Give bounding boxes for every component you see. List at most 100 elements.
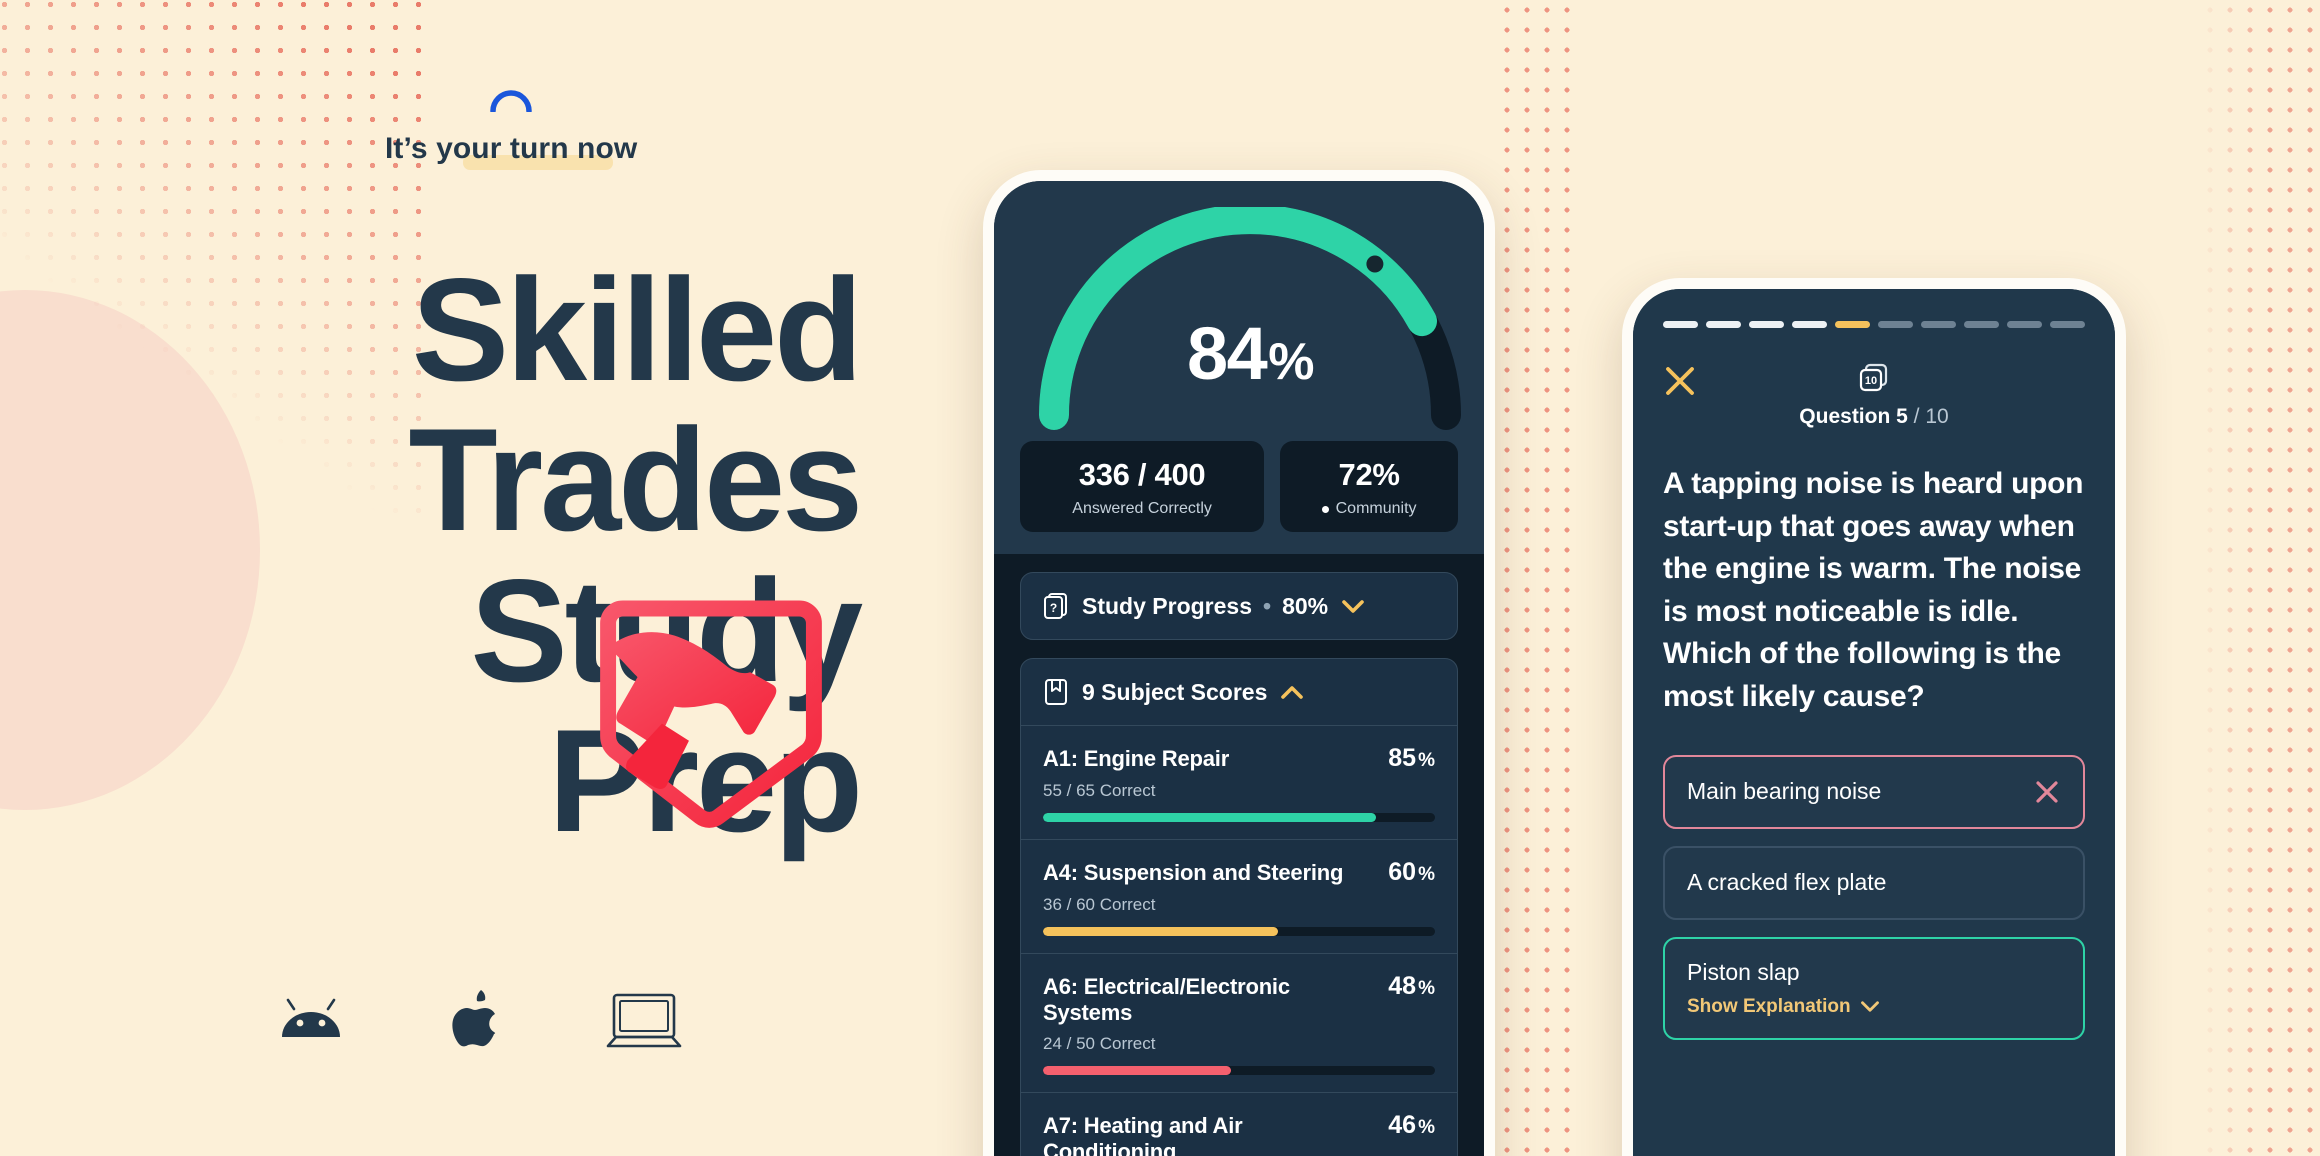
progress-segment-2: [1706, 321, 1741, 328]
community-dot-icon: [1321, 505, 1329, 513]
score-gauge: 84%: [1020, 207, 1480, 431]
study-progress-label: Study Progress: [1082, 592, 1252, 619]
progress-segment-4: [1792, 321, 1827, 328]
progress-segment-1: [1663, 321, 1698, 328]
stat-answered-correctly: 336 / 400 Answered Correctly: [1020, 441, 1265, 532]
subject-percent-unit: %: [1418, 750, 1435, 771]
answer-options: Main bearing noise A cracked flex plate Pi…: [1663, 754, 2085, 1040]
question-current: Question 5: [1799, 405, 1908, 428]
subject-percent-unit: %: [1418, 978, 1435, 999]
phone-score-dashboard: 84% 336 / 400 Answered Correctly 72% Com…: [983, 170, 1495, 1156]
headline-line-2: Trades: [408, 398, 863, 562]
book-icon: [1045, 679, 1067, 705]
question-progress-bar: [1663, 315, 2085, 328]
subject-row-top: A7: Heating and Air Conditioning 46%: [1043, 1111, 1435, 1156]
subject-percent: 60%: [1388, 858, 1435, 887]
card-stack-icon: 10: [1859, 363, 1888, 392]
subject-percent-value: 60: [1388, 858, 1417, 886]
subject-row[interactable]: A1: Engine Repair 85% 55 / 65 Correct: [1021, 726, 1457, 840]
stat-label-text: Answered Correctly: [1072, 500, 1212, 517]
gauge-value: 84%: [1020, 311, 1480, 396]
question-total: / 10: [1913, 405, 1949, 428]
answer-option[interactable]: A cracked flex plate: [1663, 845, 2085, 920]
subject-row[interactable]: A4: Suspension and Steering 60% 36 / 60 Co…: [1021, 840, 1457, 954]
chevron-up-icon[interactable]: [1280, 685, 1304, 700]
halftone-dots-strip: [1497, 0, 1575, 1156]
subject-row[interactable]: A6: Electrical/Electronic Systems 48% 24 /…: [1021, 954, 1457, 1093]
show-explanation-button[interactable]: Show Explanation: [1687, 996, 1880, 1018]
gauge-section: 84% 336 / 400 Answered Correctly 72% Com…: [994, 181, 1484, 554]
subject-percent-unit: %: [1418, 1117, 1435, 1138]
score-list-section: ? Study Progress • 80% 9 Subject Scores: [994, 554, 1484, 1156]
stat-label: Answered Correctly: [1030, 500, 1254, 518]
study-progress-separator: •: [1263, 592, 1272, 619]
subject-correct: 36 / 60 Correct: [1043, 895, 1156, 914]
arc-icon: [490, 90, 532, 112]
stat-label: Community: [1290, 500, 1448, 518]
subject-name: A1: Engine Repair: [1043, 746, 1230, 771]
halftone-dots-right: [2200, 0, 2320, 1156]
progress-segment-5: [1835, 321, 1870, 328]
subject-row-top: A1: Engine Repair 85%: [1043, 744, 1435, 773]
hero-column: It’s your turn now Skilled Trades Study …: [0, 0, 990, 1156]
tagline-text: It’s your turn now: [385, 132, 638, 165]
tagline-group: It’s your turn now: [385, 88, 638, 170]
card-stack-badge: 10: [1865, 375, 1877, 387]
subject-percent-value: 46: [1388, 1111, 1417, 1139]
subject-name: A7: Heating and Air Conditioning: [1043, 1113, 1243, 1156]
answer-option-text: Piston slap: [1687, 958, 1800, 985]
subject-row-top: A6: Electrical/Electronic Systems 48%: [1043, 972, 1435, 1026]
progress-segment-8: [1964, 321, 1999, 328]
stat-value: 72%: [1338, 457, 1400, 492]
answer-option-text: Main bearing noise: [1687, 778, 1882, 805]
question-text: A tapping noise is heard upon start-up t…: [1663, 467, 2084, 713]
stat-cards: 336 / 400 Answered Correctly 72% Communi…: [1020, 441, 1458, 532]
svg-text:?: ?: [1050, 601, 1057, 615]
hammer-shield-icon: [600, 600, 822, 828]
study-progress-panel[interactable]: ? Study Progress • 80%: [1020, 572, 1458, 640]
subject-name: A4: Suspension and Steering: [1043, 860, 1344, 885]
study-progress-value: 80%: [1282, 592, 1329, 619]
subject-percent-value: 85: [1388, 744, 1417, 772]
answer-option[interactable]: Main bearing noise: [1663, 754, 2085, 829]
show-explanation-label: Show Explanation: [1687, 995, 1851, 1017]
subject-row-top: A4: Suspension and Steering 60%: [1043, 858, 1435, 887]
subject-percent: 85%: [1388, 744, 1435, 773]
subject-progress-bar: [1043, 927, 1435, 936]
laptop-icon: [606, 993, 682, 1048]
subject-scores-panel: 9 Subject Scores A1: Engine Repair 85% 55 …: [1020, 658, 1458, 1156]
apple-icon: [452, 990, 496, 1047]
tagline: It’s your turn now: [385, 132, 638, 170]
study-progress-header[interactable]: ? Study Progress • 80%: [1021, 573, 1457, 639]
stat-value: 336 / 400: [1078, 457, 1206, 492]
close-icon[interactable]: [1663, 364, 1697, 398]
subject-row[interactable]: A7: Heating and Air Conditioning46%23 / …: [1021, 1093, 1457, 1156]
headline-line-1: Skilled: [411, 248, 863, 411]
chevron-down-icon[interactable]: [1341, 599, 1365, 614]
subject-correct: 55 / 65 Correct: [1043, 781, 1156, 800]
phone-quiz: 10 Question 5 / 10 A tapping noise is he…: [1622, 278, 2126, 1156]
subject-percent-unit: %: [1418, 864, 1435, 885]
gauge-number: 84: [1186, 312, 1268, 395]
subject-scores-header[interactable]: 9 Subject Scores: [1021, 659, 1457, 726]
android-icon: [282, 998, 340, 1037]
question-counter: Question 5 / 10: [1799, 405, 1948, 429]
progress-segment-9: [2007, 321, 2042, 328]
subject-progress-bar: [1043, 813, 1435, 822]
stat-community: 72% Community: [1280, 441, 1458, 532]
subject-progress-bar: [1043, 1066, 1435, 1075]
close-icon: [2036, 780, 2058, 803]
subject-name: A6: Electrical/Electronic Systems: [1043, 974, 1290, 1025]
progress-segment-6: [1878, 321, 1913, 328]
subject-percent: 46%: [1388, 1111, 1435, 1140]
answer-option[interactable]: Piston slap Show Explanation: [1663, 936, 2085, 1040]
subject-percent-value: 48: [1388, 972, 1417, 1000]
subject-correct: 24 / 50 Correct: [1043, 1034, 1156, 1053]
gauge-unit: %: [1268, 333, 1314, 391]
quiz-header: 10 Question 5 / 10: [1663, 362, 2085, 429]
stat-label-text: Community: [1335, 500, 1417, 517]
progress-segment-7: [1921, 321, 1956, 328]
subject-scores-label: 9 Subject Scores: [1082, 678, 1268, 705]
chevron-down-icon[interactable]: [1860, 1000, 1880, 1013]
progress-segment-10: [2050, 321, 2085, 328]
